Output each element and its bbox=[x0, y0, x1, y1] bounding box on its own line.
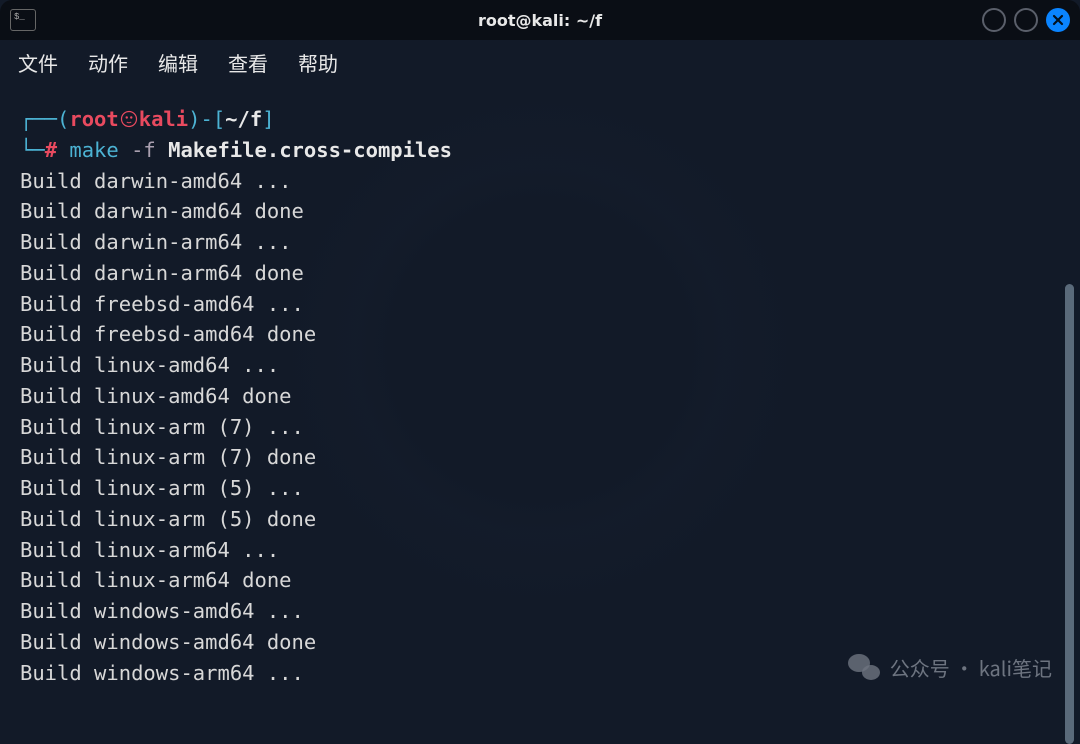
output-line: Build linux-arm (5) done bbox=[20, 504, 1060, 535]
menu-file[interactable]: 文件 bbox=[18, 48, 58, 77]
output-line: Build linux-arm64 done bbox=[20, 565, 1060, 596]
close-icon bbox=[1052, 14, 1064, 26]
skull-icon bbox=[120, 110, 138, 128]
terminal-content[interactable]: ┌──(root kali)-[~/f] └─# make -f Makefile… bbox=[0, 84, 1080, 700]
prompt-hash: # bbox=[45, 135, 57, 166]
output-line: Build linux-arm (5) ... bbox=[20, 473, 1060, 504]
command-flag: -f bbox=[131, 135, 156, 166]
terminal-icon-text: $_ bbox=[14, 12, 25, 22]
prompt-paren-close: ) bbox=[188, 104, 200, 135]
menubar: 文件 动作 编辑 查看 帮助 bbox=[0, 40, 1080, 84]
prompt-box-bottom: └─ bbox=[20, 135, 45, 166]
output-line: Build freebsd-amd64 done bbox=[20, 319, 1060, 350]
prompt-user: root bbox=[69, 104, 118, 135]
output-line: Build darwin-amd64 done bbox=[20, 196, 1060, 227]
command-arg: Makefile.cross-compiles bbox=[168, 135, 452, 166]
window-title: root@kali: ~/f bbox=[0, 11, 1080, 30]
output-line: Build linux-arm (7) done bbox=[20, 442, 1060, 473]
output-line: Build darwin-arm64 ... bbox=[20, 227, 1060, 258]
output-line: Build darwin-amd64 ... bbox=[20, 166, 1060, 197]
minimize-button[interactable] bbox=[982, 8, 1006, 32]
output-line: Build linux-arm (7) ... bbox=[20, 412, 1060, 443]
window-titlebar: $_ root@kali: ~/f bbox=[0, 0, 1080, 40]
prompt-host: kali bbox=[139, 104, 188, 135]
prompt-dash: - bbox=[200, 104, 212, 135]
prompt-bracket-close: ] bbox=[262, 104, 274, 135]
prompt-line-1: ┌──(root kali)-[~/f] bbox=[20, 104, 1060, 135]
menu-help[interactable]: 帮助 bbox=[298, 48, 338, 77]
wechat-icon bbox=[848, 654, 880, 682]
output-line: Build linux-amd64 done bbox=[20, 381, 1060, 412]
menu-action[interactable]: 动作 bbox=[88, 48, 128, 77]
terminal-app-icon: $_ bbox=[10, 9, 36, 31]
menu-edit[interactable]: 编辑 bbox=[158, 48, 198, 77]
maximize-button[interactable] bbox=[1014, 8, 1038, 32]
menu-view[interactable]: 查看 bbox=[228, 48, 268, 77]
watermark: 公众号 · kali笔记 bbox=[848, 653, 1052, 682]
output-line: Build windows-amd64 ... bbox=[20, 596, 1060, 627]
output-line: Build darwin-arm64 done bbox=[20, 258, 1060, 289]
watermark-text: 公众号 · kali笔记 bbox=[890, 653, 1052, 682]
prompt-paren-open: ( bbox=[57, 104, 69, 135]
prompt-box-top: ┌── bbox=[20, 104, 57, 135]
close-button[interactable] bbox=[1046, 8, 1070, 32]
output-line: Build linux-arm64 ... bbox=[20, 535, 1060, 566]
prompt-bracket-open: [ bbox=[213, 104, 225, 135]
output-line: Build linux-amd64 ... bbox=[20, 350, 1060, 381]
prompt-line-2: └─# make -f Makefile.cross-compiles bbox=[20, 135, 1060, 166]
prompt-path: ~/f bbox=[225, 104, 262, 135]
window-controls bbox=[982, 8, 1070, 32]
command-name: make bbox=[69, 135, 118, 166]
output-line: Build freebsd-amd64 ... bbox=[20, 289, 1060, 320]
scrollbar[interactable] bbox=[1065, 284, 1074, 744]
